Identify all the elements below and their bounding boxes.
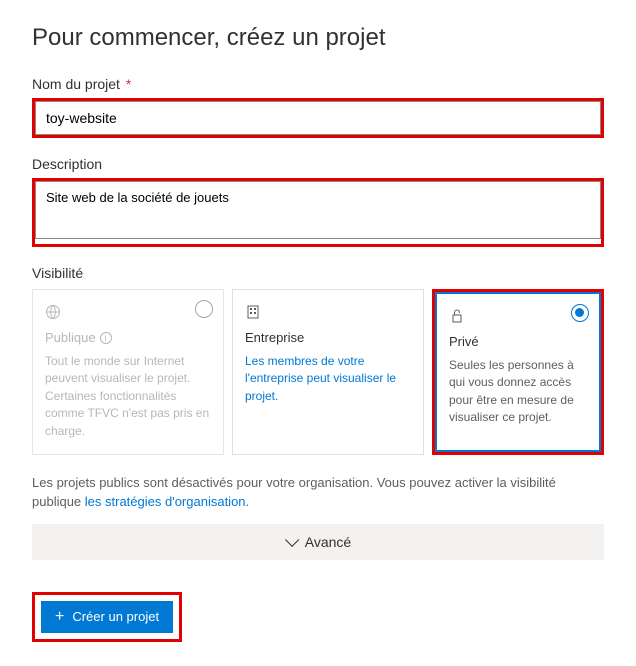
project-name-input[interactable]	[35, 101, 601, 135]
public-disabled-notice: Les projets publics sont désactivés pour…	[32, 473, 604, 512]
visibility-enterprise-desc: Les membres de votre l'entreprise peut v…	[245, 353, 411, 405]
visibility-enterprise-title: Entreprise	[245, 330, 411, 345]
create-button-highlight: + Créer un projet	[32, 592, 182, 642]
visibility-options: Publique i Tout le monde sur Internet pe…	[32, 289, 604, 455]
description-input[interactable]: Site web de la société de jouets	[35, 181, 601, 239]
visibility-private-highlight: Privé Seules les personnes à qui vous do…	[432, 289, 604, 455]
globe-icon	[45, 304, 61, 320]
description-label: Description	[32, 156, 604, 172]
create-project-button[interactable]: + Créer un projet	[41, 601, 173, 633]
visibility-option-enterprise[interactable]: Entreprise Les membres de votre l'entrep…	[232, 289, 424, 455]
info-icon: i	[100, 332, 112, 344]
org-policies-link[interactable]: les stratégies d'organisation.	[85, 494, 249, 509]
advanced-toggle[interactable]: Avancé	[32, 524, 604, 560]
project-name-label: Nom du projet *	[32, 76, 604, 92]
description-highlight: Site web de la société de jouets	[32, 178, 604, 247]
visibility-private-title: Privé	[449, 334, 587, 349]
building-icon	[245, 304, 261, 320]
visibility-option-public: Publique i Tout le monde sur Internet pe…	[32, 289, 224, 455]
plus-icon: +	[55, 609, 64, 625]
project-name-highlight	[32, 98, 604, 138]
page-title: Pour commencer, créez un projet	[32, 24, 604, 52]
lock-icon	[449, 308, 465, 324]
chevron-down-icon	[285, 533, 299, 547]
visibility-public-title: Publique	[45, 330, 96, 345]
required-marker: *	[126, 76, 131, 92]
radio-public	[195, 300, 213, 318]
create-button-label: Créer un projet	[72, 609, 159, 624]
visibility-option-private[interactable]: Privé Seules les personnes à qui vous do…	[435, 292, 601, 452]
visibility-private-desc: Seules les personnes à qui vous donnez a…	[449, 357, 587, 427]
radio-private[interactable]	[571, 304, 589, 322]
visibility-label: Visibilité	[32, 265, 604, 281]
visibility-public-desc: Tout le monde sur Internet peuvent visua…	[45, 353, 211, 440]
advanced-label: Avancé	[305, 534, 351, 550]
